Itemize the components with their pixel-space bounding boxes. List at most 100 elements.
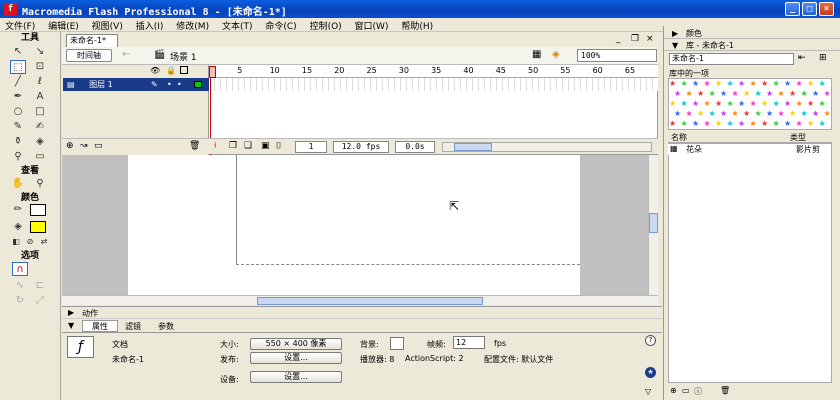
zoom-tool-icon[interactable]: ⚲ xyxy=(32,177,48,191)
add-layer-icon[interactable]: ⊕ xyxy=(66,141,74,151)
expand-down-icon[interactable]: ▽ xyxy=(645,387,651,396)
tab-filters[interactable]: 滤镜 xyxy=(125,321,141,332)
onion-markers-icon[interactable]: ⌷ xyxy=(276,141,281,151)
library-dropdown[interactable]: 未命名-1 xyxy=(669,53,794,65)
back-arrow-icon[interactable]: ← xyxy=(122,49,130,60)
menu-window[interactable]: 窗口(W) xyxy=(350,18,394,33)
pin-icon[interactable]: ⇤ xyxy=(798,53,806,63)
free-transform-tool-icon[interactable]: ⬚ xyxy=(10,60,26,74)
expand-arrow-icon[interactable]: ▶ xyxy=(68,308,74,317)
eye-icon[interactable]: 👁 xyxy=(150,66,160,75)
smooth-icon[interactable]: ∿ xyxy=(12,279,28,293)
frame-cells[interactable] xyxy=(209,78,658,91)
magnet-icon[interactable]: ∩ xyxy=(12,262,28,276)
size-button[interactable]: 550 × 400 像素 xyxy=(250,338,342,350)
rectangle-tool-icon[interactable]: □ xyxy=(32,105,48,119)
stroke-color-swatch[interactable] xyxy=(30,204,46,216)
expand-arrow-icon[interactable]: ▶ xyxy=(672,29,678,38)
text-tool-icon[interactable]: A xyxy=(32,90,48,104)
oval-tool-icon[interactable]: ○ xyxy=(10,105,26,119)
center-frame-icon[interactable]: ⫮ xyxy=(214,141,216,151)
line-tool-icon[interactable]: ╱ xyxy=(10,75,26,89)
menu-modify[interactable]: 修改(M) xyxy=(171,18,214,33)
new-folder-icon[interactable]: ▭ xyxy=(682,386,690,395)
new-symbol-icon[interactable]: ⊕ xyxy=(670,386,677,395)
fill-color-swatch[interactable] xyxy=(30,221,46,233)
eyedropper-tool-icon[interactable]: ⚲ xyxy=(10,150,26,164)
menu-commands[interactable]: 命令(C) xyxy=(260,18,301,33)
minimize-button[interactable]: _ xyxy=(785,2,800,16)
delete-item-icon[interactable]: 🗑 xyxy=(720,386,730,395)
playhead-handle[interactable] xyxy=(209,66,216,78)
zoom-select[interactable]: 100% xyxy=(577,49,657,62)
tab-properties[interactable]: 属性 xyxy=(82,320,118,332)
ink-bottle-tool-icon[interactable]: ⚱ xyxy=(10,135,26,149)
hscroll-thumb[interactable] xyxy=(257,297,483,305)
eraser-tool-icon[interactable]: ▭ xyxy=(32,150,48,164)
stage[interactable] xyxy=(236,155,580,265)
framerate-input[interactable]: 12 xyxy=(453,336,485,349)
properties-icon[interactable]: ⓘ xyxy=(694,386,702,397)
column-type[interactable]: 类型 xyxy=(790,132,806,143)
fill-transform-tool-icon[interactable]: ⊡ xyxy=(32,60,48,74)
help-icon[interactable]: ? xyxy=(645,335,656,346)
fill-color-icon[interactable]: ◈ xyxy=(10,220,26,234)
subselect-tool-icon[interactable]: ↘ xyxy=(32,45,48,59)
arrow-tool-icon[interactable]: ↖ xyxy=(10,45,26,59)
rotate-icon[interactable]: ↻ xyxy=(12,294,28,308)
insert-folder-icon[interactable]: ▭ xyxy=(94,141,103,151)
onion-skin-icon[interactable]: ❐ xyxy=(229,141,237,151)
menu-text[interactable]: 文本(T) xyxy=(217,18,258,33)
onion-outline-icon[interactable]: ❏ xyxy=(244,141,252,151)
edit-scene-icon[interactable]: ▦ xyxy=(532,49,541,60)
pen-tool-icon[interactable]: ✒ xyxy=(10,90,26,104)
close-button[interactable]: × xyxy=(819,2,834,16)
actions-bar[interactable]: ▶ 动作 xyxy=(62,307,662,319)
paint-bucket-tool-icon[interactable]: ◈ xyxy=(32,135,48,149)
add-motion-guide-icon[interactable]: ↝ xyxy=(80,141,88,151)
menu-edit[interactable]: 编辑(E) xyxy=(43,18,84,33)
doc-restore-icon[interactable]: ❐ xyxy=(631,34,639,44)
scale-icon[interactable]: ⤢ xyxy=(32,294,48,308)
accessibility-icon[interactable]: ★ xyxy=(645,367,656,378)
brush-tool-icon[interactable]: ✍ xyxy=(32,120,48,134)
doc-close-icon[interactable]: × xyxy=(646,34,654,44)
lasso-tool-icon[interactable]: ℓ xyxy=(32,75,48,89)
menu-help[interactable]: 帮助(H) xyxy=(396,18,438,33)
edit-multiple-icon[interactable]: ▣ xyxy=(261,141,270,151)
column-name[interactable]: 名称 xyxy=(671,132,687,143)
timeline-scroll-thumb[interactable] xyxy=(454,143,492,151)
straighten-icon[interactable]: ⊏ xyxy=(32,279,48,293)
pencil-tool-icon[interactable]: ✎ xyxy=(10,120,26,134)
background-color-swatch[interactable] xyxy=(390,337,404,350)
collapse-arrow-icon[interactable]: ▼ xyxy=(68,321,74,330)
edit-symbol-icon[interactable]: ◈ xyxy=(552,49,560,60)
vscroll-thumb[interactable] xyxy=(649,213,658,233)
stage-vscroll[interactable] xyxy=(648,155,658,295)
timeline-toggle-button[interactable]: 时间轴 xyxy=(66,49,112,62)
swap-colors-icon[interactable]: ⇄ xyxy=(36,235,52,249)
layer-row[interactable]: ▤ 图层 1 ✎ • • xyxy=(63,78,209,91)
color-panel-bar[interactable]: ▶ 颜色 xyxy=(664,28,840,39)
menu-control[interactable]: 控制(O) xyxy=(305,18,347,33)
menu-view[interactable]: 视图(V) xyxy=(87,18,128,33)
stroke-color-icon[interactable]: ✏ xyxy=(10,203,26,217)
maximize-button[interactable]: □ xyxy=(802,2,817,16)
doc-minimize-icon[interactable]: _ xyxy=(616,34,621,44)
collapse-arrow-icon[interactable]: ▼ xyxy=(672,41,678,50)
delete-layer-icon[interactable]: 🗑 xyxy=(189,141,200,151)
document-tab[interactable]: 未命名-1* xyxy=(66,34,118,47)
library-panel-bar[interactable]: ▼ 库 - 未命名-1 xyxy=(664,40,840,51)
hand-tool-icon[interactable]: ✋ xyxy=(10,177,26,191)
menu-insert[interactable]: 插入(I) xyxy=(131,18,169,33)
publish-label: 发布: xyxy=(220,355,239,364)
device-settings-button[interactable]: 设置... xyxy=(250,371,342,383)
lock-icon[interactable]: 🔒 xyxy=(166,66,176,75)
menu-file[interactable]: 文件(F) xyxy=(0,18,40,33)
library-item[interactable]: ▦ 花朵 影片剪 xyxy=(668,144,830,155)
tab-parameters[interactable]: 参数 xyxy=(158,321,174,332)
stage-hscroll[interactable] xyxy=(62,295,658,305)
new-library-icon[interactable]: ⊞ xyxy=(819,53,827,63)
publish-settings-button[interactable]: 设置... xyxy=(250,352,342,364)
outline-icon[interactable] xyxy=(180,66,188,74)
